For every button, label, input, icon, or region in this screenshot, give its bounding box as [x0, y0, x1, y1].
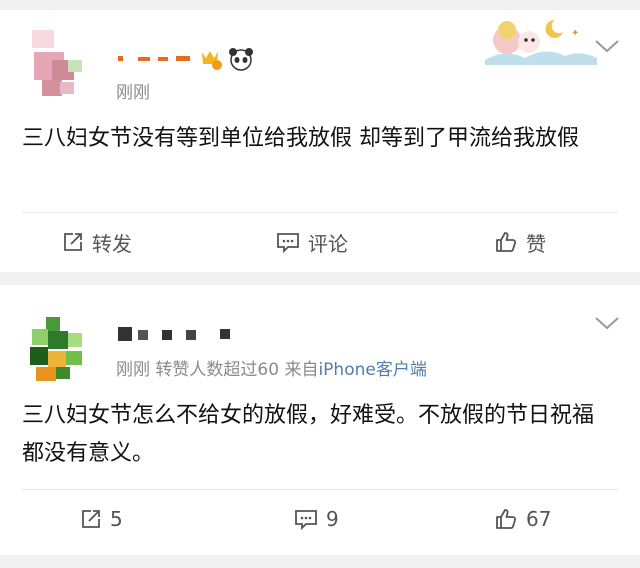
post-text: 三八妇女节没有等到单位给我放假 却等到了甲流给我放假: [22, 126, 579, 151]
comment-count: 9: [326, 507, 339, 531]
action-bar: 5 9 67: [0, 490, 640, 548]
comment-icon: [294, 508, 318, 530]
decorative-sticker: ✦: [485, 10, 597, 65]
svg-text:✦: ✦: [571, 28, 579, 39]
comment-label: 评论: [308, 231, 348, 256]
comment-icon: [276, 231, 300, 253]
like-label: 赞: [526, 231, 546, 256]
repost-count: 5: [110, 507, 123, 531]
repost-icon: [80, 508, 102, 530]
post-card-1: ✦ 刚刚 三八妇女节没有等到单位给我放假 却等到了甲流给我放假 转发 评论 赞: [0, 10, 640, 272]
like-count: 67: [526, 507, 552, 531]
post-meta-extra: 转赞人数超过60 来自: [155, 360, 319, 380]
post-time: 刚刚: [116, 83, 150, 103]
repost-label: 转发: [92, 231, 132, 256]
like-icon: [494, 507, 518, 531]
post-time: 刚刚: [116, 360, 150, 380]
like-button[interactable]: 67: [494, 490, 551, 548]
comment-button[interactable]: 评论: [276, 213, 348, 271]
post-meta: 刚刚: [116, 78, 150, 103]
action-bar: 转发 评论 赞: [0, 213, 640, 271]
repost-button[interactable]: 转发: [62, 213, 132, 271]
avatar[interactable]: [24, 317, 92, 385]
crown-badge-icon: [202, 51, 222, 70]
username[interactable]: [116, 325, 246, 341]
panda-icon: [229, 48, 253, 71]
post-source-link[interactable]: iPhone客户端: [318, 360, 426, 380]
chevron-down-icon[interactable]: [594, 38, 620, 54]
chevron-down-icon[interactable]: [594, 315, 620, 331]
avatar[interactable]: [24, 30, 92, 98]
post-text: 三八妇女节怎么不给女的放假，好难受。不放假的节日祝福都没有意义。: [22, 403, 595, 466]
repost-button[interactable]: 5: [80, 490, 123, 548]
comment-button[interactable]: 9: [294, 490, 339, 548]
like-icon: [494, 230, 518, 254]
username[interactable]: [116, 48, 266, 71]
like-button[interactable]: 赞: [494, 213, 546, 271]
repost-icon: [62, 231, 84, 253]
post-card-2: 刚刚 转赞人数超过60 来自iPhone客户端 三八妇女节怎么不给女的放假，好难…: [0, 285, 640, 555]
post-meta: 刚刚 转赞人数超过60 来自iPhone客户端: [116, 355, 427, 380]
